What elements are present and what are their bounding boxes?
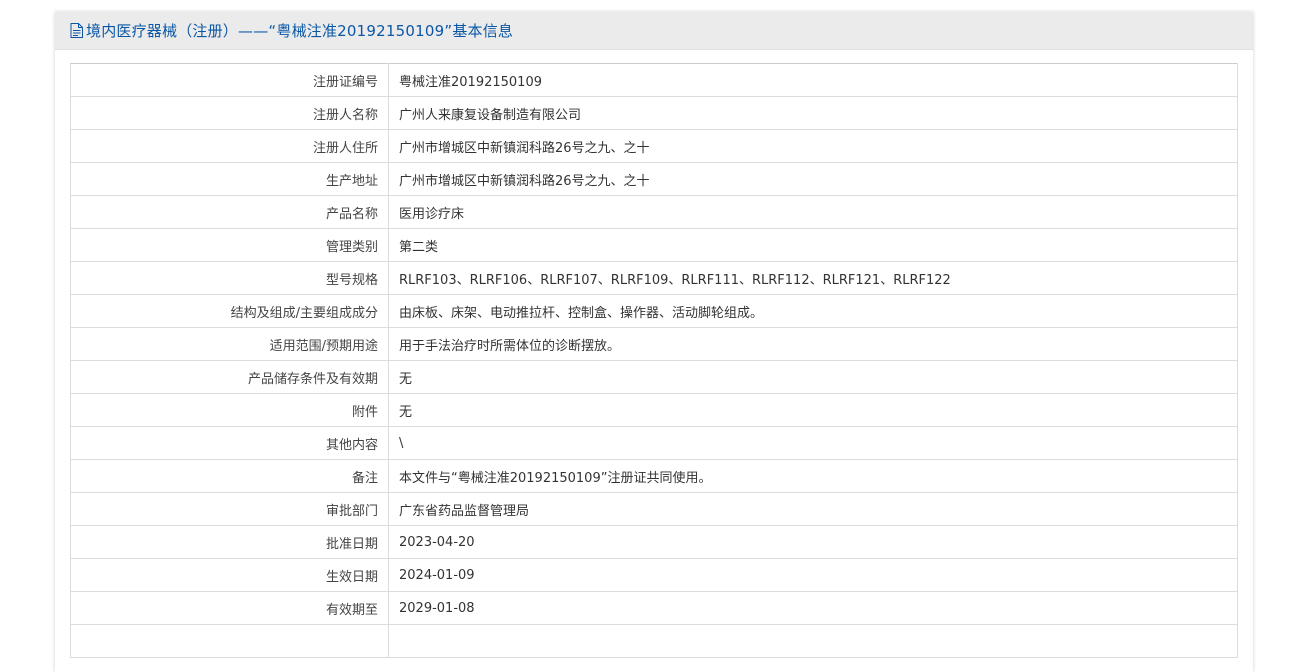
table-row: 注册人住所 广州市增城区中新镇润科路26号之九、之十	[70, 129, 1238, 163]
table-row: 管理类别 第二类	[70, 228, 1238, 262]
table-row: 注册证编号 粤械注准20192150109	[70, 63, 1238, 97]
field-label: 生产地址	[70, 162, 389, 196]
field-label: 附件	[70, 393, 389, 427]
table-row: 生产地址 广州市增城区中新镇润科路26号之九、之十	[70, 162, 1238, 196]
field-label: 注册人住所	[70, 129, 389, 163]
field-value: 无	[388, 360, 1238, 394]
table-row: 产品储存条件及有效期无	[70, 360, 1238, 394]
table-row	[70, 624, 1238, 658]
field-label: 有效期至	[70, 591, 389, 625]
table-row: 附件无	[70, 393, 1238, 427]
field-value: RLRF103、RLRF106、RLRF107、RLRF109、RLRF111、…	[388, 261, 1238, 295]
field-label: 批准日期	[70, 525, 389, 559]
table-row: 型号规格 RLRF103、RLRF106、RLRF107、RLRF109、RLRF…	[70, 261, 1238, 295]
panel-header: 境内医疗器械（注册）——“粤械注准20192150109”基本信息	[55, 12, 1253, 50]
field-value: 广州市增城区中新镇润科路26号之九、之十	[388, 129, 1238, 163]
field-value: 第二类	[388, 228, 1238, 262]
field-label: 注册证编号	[70, 63, 389, 97]
field-value: 由床板、床架、电动推拉杆、控制盒、操作器、活动脚轮组成。	[388, 294, 1238, 328]
registration-info-panel: 境内医疗器械（注册）——“粤械注准20192150109”基本信息 注册证编号粤…	[55, 12, 1253, 672]
table-row: 审批部门 广东省药品监督管理局	[70, 492, 1238, 526]
info-table: 注册证编号 粤械注准20192150109 注册人名称 广州人来康复设备制造有限公司注…	[70, 63, 1238, 658]
table-row: 结构及组成/主要组成成分 由床板、床架、电动推拉杆、控制盒、操作器、活动脚轮组成。	[70, 294, 1238, 328]
field-value: 广州市增城区中新镇润科路26号之九、之十	[388, 162, 1238, 196]
field-value: 本文件与“粤械注准20192150109”注册证共同使用。	[388, 459, 1238, 493]
field-value: 医用诊疗床	[388, 195, 1238, 229]
table-row: 适用范围/预期用途 用于手法治疗时所需体位的诊断摆放。	[70, 327, 1238, 361]
table-row: 批准日期 2023-04-20	[70, 525, 1238, 559]
field-value: 2024-01-09	[388, 558, 1238, 592]
field-value	[388, 624, 1238, 658]
field-label: 结构及组成/主要组成成分	[70, 294, 389, 328]
table-row: 产品名称 医用诊疗床	[70, 195, 1238, 229]
field-label: 适用范围/预期用途	[70, 327, 389, 361]
table-row: 生效日期 2024-01-09	[70, 558, 1238, 592]
field-value: \	[388, 426, 1238, 460]
field-label: 其他内容	[70, 426, 389, 460]
field-value: 无	[388, 393, 1238, 427]
table-row: 备注 本文件与“粤械注准20192150109”注册证共同使用。	[70, 459, 1238, 493]
table-row: 有效期至 2029-01-08	[70, 591, 1238, 625]
field-value: 用于手法治疗时所需体位的诊断摆放。	[388, 327, 1238, 361]
field-label: 管理类别	[70, 228, 389, 262]
table-row: 其他内容 \	[70, 426, 1238, 460]
field-label: 注册人名称	[70, 96, 389, 130]
field-label	[70, 624, 389, 658]
field-label: 产品储存条件及有效期	[70, 360, 389, 394]
field-value: 2023-04-20	[388, 525, 1238, 559]
page-title: 境内医疗器械（注册）——“粤械注准20192150109”基本信息	[86, 22, 514, 40]
field-value: 广东省药品监督管理局	[388, 492, 1238, 526]
field-label: 型号规格	[70, 261, 389, 295]
field-label: 生效日期	[70, 558, 389, 592]
field-value: 2029-01-08	[388, 591, 1238, 625]
document-icon	[70, 23, 83, 38]
field-label: 审批部门	[70, 492, 389, 526]
field-value: 粤械注准20192150109	[388, 63, 1238, 97]
field-label: 产品名称	[70, 195, 389, 229]
field-label: 备注	[70, 459, 389, 493]
table-row: 注册人名称 广州人来康复设备制造有限公司	[70, 96, 1238, 130]
field-value: 广州人来康复设备制造有限公司	[388, 96, 1238, 130]
